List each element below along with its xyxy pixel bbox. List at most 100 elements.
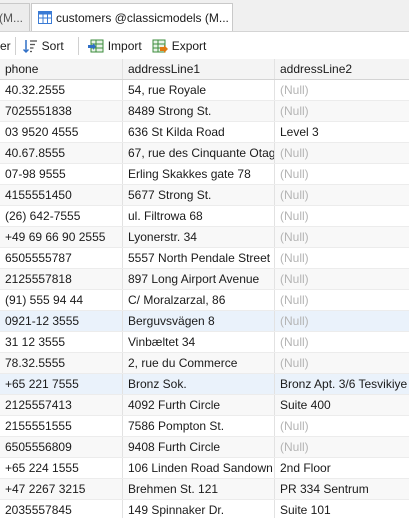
- cell-addressline2[interactable]: (Null): [275, 185, 409, 205]
- cell-addressline2[interactable]: (Null): [275, 311, 409, 331]
- cell-phone[interactable]: 2125557413: [0, 395, 123, 415]
- cell-addressline1[interactable]: C/ Moralzarzal, 86: [123, 290, 275, 310]
- cell-phone[interactable]: 6505556809: [0, 437, 123, 457]
- cell-addressline1[interactable]: 2, rue du Commerce: [123, 353, 275, 373]
- cell-addressline1[interactable]: 4092 Furth Circle: [123, 395, 275, 415]
- table-row[interactable]: 6505555787 5557 North Pendale Street (Null…: [0, 248, 409, 269]
- cell-addressline1[interactable]: 636 St Kilda Road: [123, 122, 275, 142]
- column-header-phone[interactable]: phone: [0, 59, 123, 79]
- cell-addressline2[interactable]: (Null): [275, 269, 409, 289]
- cell-addressline1[interactable]: 5557 North Pendale Street: [123, 248, 275, 268]
- tab-previous[interactable]: (M...: [0, 3, 30, 31]
- data-grid[interactable]: phone addressLine1 addressLine2 40.32.25…: [0, 59, 409, 518]
- cell-addressline1[interactable]: 149 Spinnaker Dr.: [123, 500, 275, 518]
- tab-customers[interactable]: customers @classicmodels (M...: [31, 3, 233, 31]
- cell-addressline1[interactable]: 897 Long Airport Avenue: [123, 269, 275, 289]
- cell-addressline1[interactable]: Vinbæltet 34: [123, 332, 275, 352]
- cell-addressline2[interactable]: Suite 400: [275, 395, 409, 415]
- cell-addressline2[interactable]: Level 3: [275, 122, 409, 142]
- table-row[interactable]: 78.32.5555 2, rue du Commerce (Null): [0, 353, 409, 374]
- cell-addressline2[interactable]: 2nd Floor: [275, 458, 409, 478]
- cell-addressline2[interactable]: (Null): [275, 332, 409, 352]
- toolbar-divider: [14, 36, 16, 55]
- cell-addressline1[interactable]: 7586 Pompton St.: [123, 416, 275, 436]
- column-header-addressline1[interactable]: addressLine1: [123, 59, 275, 79]
- table-row[interactable]: +65 224 1555 106 Linden Road Sandown 2nd F…: [0, 458, 409, 479]
- cell-addressline2[interactable]: (Null): [275, 437, 409, 457]
- cell-addressline1[interactable]: 5677 Strong St.: [123, 185, 275, 205]
- cell-phone[interactable]: 2035557845: [0, 500, 123, 518]
- cell-addressline1[interactable]: 67, rue des Cinquante Otages: [123, 143, 275, 163]
- cell-addressline1[interactable]: Berguvsvägen 8: [123, 311, 275, 331]
- cell-addressline2[interactable]: (Null): [275, 353, 409, 373]
- cell-addressline1[interactable]: 106 Linden Road Sandown: [123, 458, 275, 478]
- cell-phone[interactable]: 40.67.8555: [0, 143, 123, 163]
- cell-addressline1[interactable]: 9408 Furth Circle: [123, 437, 275, 457]
- table-icon: [38, 11, 52, 24]
- column-header-addressline2[interactable]: addressLine2: [275, 59, 409, 79]
- cell-phone[interactable]: 40.32.2555: [0, 80, 123, 100]
- cell-addressline1[interactable]: 8489 Strong St.: [123, 101, 275, 121]
- filter-button[interactable]: er: [0, 39, 11, 53]
- cell-addressline1[interactable]: Lyonerstr. 34: [123, 227, 275, 247]
- cell-addressline1[interactable]: ul. Filtrowa 68: [123, 206, 275, 226]
- table-row[interactable]: 40.67.8555 67, rue des Cinquante Otages (N…: [0, 143, 409, 164]
- cell-addressline1[interactable]: Bronz Sok.: [123, 374, 275, 394]
- cell-phone[interactable]: +65 224 1555: [0, 458, 123, 478]
- cell-phone[interactable]: 2155551555: [0, 416, 123, 436]
- table-row[interactable]: +65 221 7555 Bronz Sok. Bronz Apt. 3/6 Tes…: [0, 374, 409, 395]
- table-row[interactable]: 2035557845 149 Spinnaker Dr. Suite 101: [0, 500, 409, 518]
- toolbar-divider: [77, 36, 79, 55]
- cell-addressline2[interactable]: (Null): [275, 248, 409, 268]
- cell-phone[interactable]: 07-98 9555: [0, 164, 123, 184]
- cell-addressline1[interactable]: Brehmen St. 121: [123, 479, 275, 499]
- table-row[interactable]: 07-98 9555 Erling Skakkes gate 78 (Null): [0, 164, 409, 185]
- cell-addressline2[interactable]: (Null): [275, 227, 409, 247]
- table-row[interactable]: 2125557818 897 Long Airport Avenue (Null): [0, 269, 409, 290]
- grid-body: 40.32.2555 54, rue Royale (Null) 7025551838…: [0, 80, 409, 518]
- table-row[interactable]: 4155551450 5677 Strong St. (Null): [0, 185, 409, 206]
- import-icon: [87, 39, 104, 52]
- cell-addressline2[interactable]: (Null): [275, 290, 409, 310]
- cell-phone[interactable]: 6505555787: [0, 248, 123, 268]
- table-row[interactable]: (26) 642-7555 ul. Filtrowa 68 (Null): [0, 206, 409, 227]
- cell-phone[interactable]: 78.32.5555: [0, 353, 123, 373]
- cell-phone[interactable]: 7025551838: [0, 101, 123, 121]
- cell-addressline2[interactable]: (Null): [275, 80, 409, 100]
- table-row[interactable]: +47 2267 3215 Brehmen St. 121 PR 334 Sentr…: [0, 479, 409, 500]
- table-row[interactable]: 2155551555 7586 Pompton St. (Null): [0, 416, 409, 437]
- sort-button[interactable]: Sort: [22, 38, 64, 54]
- table-row[interactable]: +49 69 66 90 2555 Lyonerstr. 34 (Null): [0, 227, 409, 248]
- cell-phone[interactable]: 31 12 3555: [0, 332, 123, 352]
- import-button[interactable]: Import: [87, 38, 142, 54]
- cell-addressline2[interactable]: Bronz Apt. 3/6 Tesvikiye: [275, 374, 409, 394]
- table-row[interactable]: (91) 555 94 44 C/ Moralzarzal, 86 (Null): [0, 290, 409, 311]
- table-row[interactable]: 7025551838 8489 Strong St. (Null): [0, 101, 409, 122]
- cell-addressline2[interactable]: (Null): [275, 206, 409, 226]
- cell-addressline2[interactable]: (Null): [275, 101, 409, 121]
- table-row[interactable]: 40.32.2555 54, rue Royale (Null): [0, 80, 409, 101]
- cell-phone[interactable]: +47 2267 3215: [0, 479, 123, 499]
- cell-phone[interactable]: (91) 555 94 44: [0, 290, 123, 310]
- table-row[interactable]: 0921-12 3555 Berguvsvägen 8 (Null): [0, 311, 409, 332]
- cell-phone[interactable]: 2125557818: [0, 269, 123, 289]
- cell-phone[interactable]: 03 9520 4555: [0, 122, 123, 142]
- cell-phone[interactable]: +49 69 66 90 2555: [0, 227, 123, 247]
- table-row[interactable]: 2125557413 4092 Furth Circle Suite 400: [0, 395, 409, 416]
- cell-addressline1[interactable]: Erling Skakkes gate 78: [123, 164, 275, 184]
- cell-phone[interactable]: 4155551450: [0, 185, 123, 205]
- cell-addressline2[interactable]: Suite 101: [275, 500, 409, 518]
- table-row[interactable]: 31 12 3555 Vinbæltet 34 (Null): [0, 332, 409, 353]
- tab-previous-label: (M...: [0, 10, 23, 25]
- table-row[interactable]: 6505556809 9408 Furth Circle (Null): [0, 437, 409, 458]
- table-row[interactable]: 03 9520 4555 636 St Kilda Road Level 3: [0, 122, 409, 143]
- cell-phone[interactable]: 0921-12 3555: [0, 311, 123, 331]
- cell-phone[interactable]: +65 221 7555: [0, 374, 123, 394]
- cell-addressline2[interactable]: (Null): [275, 143, 409, 163]
- cell-addressline1[interactable]: 54, rue Royale: [123, 80, 275, 100]
- cell-addressline2[interactable]: (Null): [275, 416, 409, 436]
- cell-addressline2[interactable]: PR 334 Sentrum: [275, 479, 409, 499]
- cell-addressline2[interactable]: (Null): [275, 164, 409, 184]
- export-button[interactable]: Export: [152, 38, 206, 54]
- cell-phone[interactable]: (26) 642-7555: [0, 206, 123, 226]
